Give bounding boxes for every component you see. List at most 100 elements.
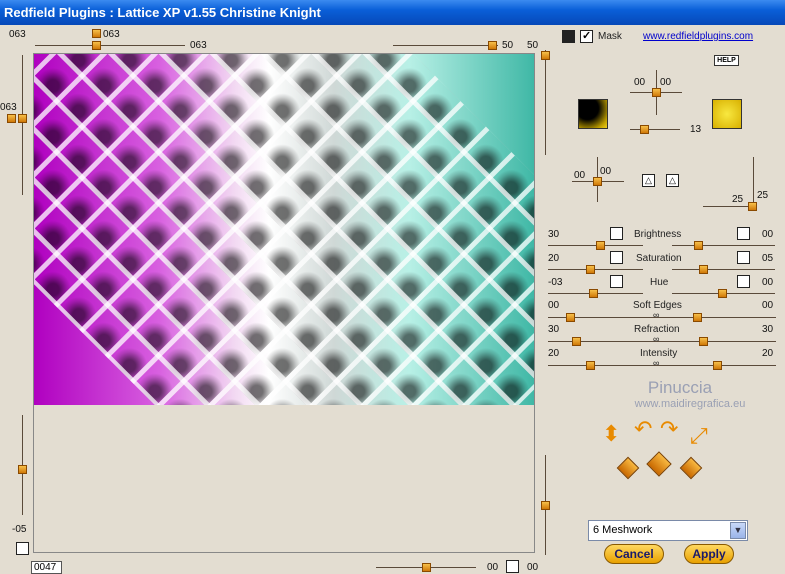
soft-edges-left-value: 00 [548,300,560,311]
intensity-right-knob[interactable] [713,361,722,370]
brightness-label: Brightness [634,229,682,240]
brightness-right-track[interactable] [672,245,775,246]
color-swatch-right[interactable] [712,99,742,129]
dice-icon-right[interactable] [679,456,703,480]
soft-edges-right-value: 00 [762,300,774,311]
light-value-slider-track[interactable] [630,129,680,130]
bottom-checkbox[interactable] [506,560,519,573]
refraction-left-value: 30 [548,324,560,335]
secondary-x-label: 00 [574,170,586,181]
hue-right-checkbox[interactable] [737,275,750,288]
hue-left-knob[interactable] [589,289,598,298]
saturation-right-knob[interactable] [699,265,708,274]
bottom-value: 00 [487,562,499,573]
left-slider-knob-b[interactable] [18,114,27,123]
intensity-track[interactable] [548,365,776,366]
preset-select[interactable]: 6 Meshwork ▼ [588,520,748,541]
top-slider-knob-upper[interactable] [92,29,101,38]
right-lower-slider-knob[interactable] [541,501,550,510]
hue-left-checkbox[interactable] [610,275,623,288]
intensity-link-icon[interactable]: ∞ [653,358,659,368]
top-slider-knob[interactable] [92,41,101,50]
saturation-label: Saturation [636,253,682,264]
window-title: Redfield Plugins : Lattice XP v1.55 Chri… [0,0,785,25]
soft-edges-link-icon[interactable]: ∞ [653,310,659,320]
top-slider-track[interactable] [35,45,185,46]
color-swatch-left[interactable] [578,99,608,129]
right-slider-track[interactable] [545,50,546,155]
brightness-left-value: 30 [548,229,560,240]
cancel-button[interactable]: Cancel [604,544,664,564]
intensity-left-knob[interactable] [586,361,595,370]
top-slider-knob-label: 063 [103,29,120,40]
mask-label: Mask [598,31,622,42]
refraction-left-knob[interactable] [572,337,581,346]
saturation-left-track[interactable] [548,269,643,270]
hue-left-value: -03 [548,277,563,288]
left-slider-track[interactable] [22,55,23,195]
mask-checkbox[interactable] [580,29,593,43]
right-slider-knob[interactable] [541,51,550,60]
left-lower-slider-knob[interactable] [18,465,27,474]
dice-icon-center[interactable] [646,451,672,477]
rotate-right-icon[interactable]: ↷ [660,418,678,440]
preview-panel [33,53,535,553]
brightness-left-knob[interactable] [596,241,605,250]
saturation-right-value: 05 [762,253,774,264]
light-position-knob[interactable] [652,88,661,97]
saturation-right-track[interactable] [672,269,775,270]
secondary-y-label: 00 [600,166,612,177]
depth-value-b: 25 [757,190,769,201]
bottom-slider-knob[interactable] [422,563,431,572]
status-field: 0047 [31,561,62,574]
brightness-right-checkbox[interactable] [737,227,750,240]
triangle-up-icon-2[interactable]: △ [666,174,679,187]
redfield-link[interactable]: www.redfieldplugins.com [643,31,753,42]
soft-edges-track[interactable] [548,317,776,318]
refraction-right-knob[interactable] [699,337,708,346]
top-right-value-a: 50 [502,40,514,51]
brightness-right-knob[interactable] [694,241,703,250]
left-slider-top-value: 063 [0,102,17,113]
diagonal-arrow-icon[interactable]: ⤢ [690,425,708,447]
refraction-link-icon[interactable]: ∞ [653,334,659,344]
hue-right-knob[interactable] [718,289,727,298]
soft-edges-left-knob[interactable] [566,313,575,322]
refraction-track[interactable] [548,341,776,342]
mask-color-box[interactable] [562,30,575,43]
secondary-position-knob[interactable] [593,177,602,186]
chevron-down-icon[interactable]: ▼ [730,522,746,539]
up-down-arrow-icon[interactable]: ⬍ [602,423,620,445]
intensity-right-value: 20 [762,348,774,359]
top-right-slider-knob[interactable] [488,41,497,50]
saturation-left-knob[interactable] [586,265,595,274]
light-value-slider-knob[interactable] [640,125,649,134]
light-value: 13 [690,124,702,135]
triangle-up-icon[interactable]: △ [642,174,655,187]
top-right-slider-track[interactable] [393,45,498,46]
soft-edges-right-knob[interactable] [693,313,702,322]
dice-icon-left[interactable] [616,456,640,480]
apply-button[interactable]: Apply [684,544,734,564]
left-checkbox[interactable] [16,542,29,555]
help-button[interactable]: HELP [714,55,739,66]
saturation-left-checkbox[interactable] [610,251,623,264]
watermark-title: Pinuccia [647,378,713,397]
brightness-left-checkbox[interactable] [610,227,623,240]
hue-right-value: 00 [762,277,774,288]
depth-knob[interactable] [748,202,757,211]
refraction-right-value: 30 [762,324,774,335]
left-slider-bottom-value: -05 [12,524,27,535]
hue-label: Hue [650,277,669,288]
left-slider-knob-a[interactable] [7,114,16,123]
saturation-left-value: 20 [548,253,560,264]
saturation-right-checkbox[interactable] [737,251,750,264]
intensity-left-value: 20 [548,348,560,359]
top-right-value-b: 50 [527,40,539,51]
rotate-left-icon[interactable]: ↶ [634,418,652,440]
light-x-label: 00 [634,77,646,88]
top-slider-mid-label: 063 [190,40,207,51]
depth-value-a: 25 [732,194,744,205]
bottom-right-value: 00 [527,562,539,573]
brightness-right-value: 00 [762,229,774,240]
